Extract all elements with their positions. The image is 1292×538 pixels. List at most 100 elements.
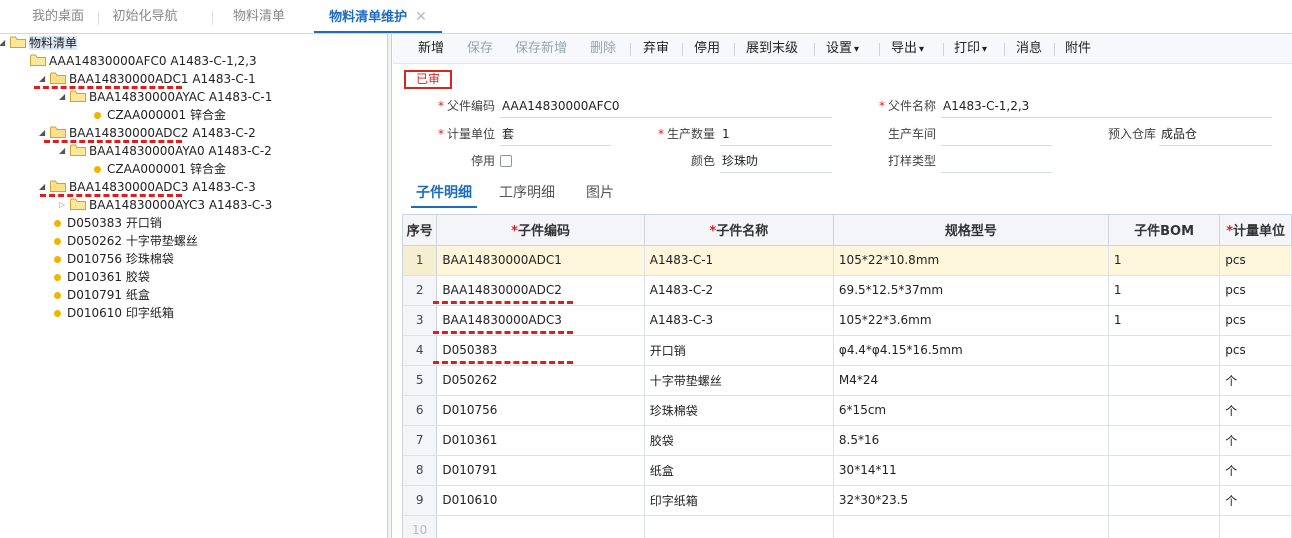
cell-unit[interactable]: pcs: [1219, 275, 1292, 306]
disabled-checkbox[interactable]: [500, 155, 512, 167]
cell-code[interactable]: BAA14830000ADC1: [436, 245, 645, 276]
cell-name[interactable]: A1483-C-1: [644, 245, 834, 276]
cell-bom[interactable]: [1108, 335, 1221, 366]
cell-bom[interactable]: 1: [1108, 305, 1221, 336]
tab-init-nav[interactable]: 初始化导航: [100, 0, 190, 34]
cell-spec[interactable]: 105*22*3.6mm: [833, 305, 1109, 336]
settings-dropdown[interactable]: 设置 ▾: [826, 34, 859, 64]
cell-bom[interactable]: [1108, 365, 1221, 396]
cell-spec[interactable]: 30*14*11: [833, 455, 1109, 486]
expand-to-leaf-button[interactable]: 展到末级: [746, 34, 798, 64]
add-button[interactable]: 新增: [418, 34, 444, 64]
table-row[interactable]: 5 D050262 十字带垫螺丝 M4*24 个: [403, 365, 1292, 396]
cell-name[interactable]: A1483-C-3: [644, 305, 834, 336]
export-dropdown[interactable]: 导出 ▾: [891, 34, 924, 64]
qty-field[interactable]: 1: [720, 124, 832, 146]
cell-code[interactable]: [436, 515, 645, 538]
tree-node-root[interactable]: ◢ 物料清单: [0, 34, 78, 52]
table-row[interactable]: 6 D010756 珍珠棉袋 6*15cm 个: [403, 395, 1292, 426]
tree-node-child[interactable]: ◢ BAA14830000AYA0 A1483-C-2: [59, 142, 272, 160]
tab-process-detail[interactable]: 工序明细: [499, 180, 555, 208]
cell-bom[interactable]: [1108, 395, 1221, 426]
cell-name[interactable]: 十字带垫螺丝: [644, 365, 834, 396]
unaudit-button[interactable]: 弃审: [643, 34, 669, 64]
message-button[interactable]: 消息: [1016, 34, 1042, 64]
cell-unit[interactable]: 个: [1219, 365, 1292, 396]
warehouse-field[interactable]: 成品仓: [1159, 124, 1272, 146]
delete-button[interactable]: 删除: [590, 34, 616, 64]
collapse-arrow-icon[interactable]: ◢: [59, 142, 65, 160]
table-row[interactable]: 7 D010361 胶袋 8.5*16 个: [403, 425, 1292, 456]
cell-spec[interactable]: 6*15cm: [833, 395, 1109, 426]
sample-type-field[interactable]: [941, 151, 1052, 173]
cell-bom[interactable]: [1108, 425, 1221, 456]
cell-name[interactable]: [644, 515, 834, 538]
tab-component-detail[interactable]: 子件明细: [411, 180, 477, 208]
table-row[interactable]: 9 D010610 印字纸箱 32*30*23.5 个: [403, 485, 1292, 516]
close-icon[interactable]: ✕: [415, 9, 427, 25]
tree-node-parent[interactable]: AAA14830000AFC0 A1483-C-1,2,3: [30, 52, 257, 70]
cell-unit[interactable]: 个: [1219, 485, 1292, 516]
cell-spec[interactable]: 69.5*12.5*37mm: [833, 275, 1109, 306]
cell-spec[interactable]: 105*22*10.8mm: [833, 245, 1109, 276]
cell-name[interactable]: 珍珠棉袋: [644, 395, 834, 426]
tree-node-child[interactable]: ◢ BAA14830000AYAC A1483-C-1: [59, 88, 272, 106]
tree-leaf[interactable]: D050262 十字带垫螺丝: [52, 232, 198, 250]
cell-unit[interactable]: 个: [1219, 395, 1292, 426]
col-header-spec[interactable]: 规格型号: [833, 215, 1109, 246]
tree-leaf[interactable]: D010361 胶袋: [52, 268, 150, 286]
tree-node-child[interactable]: ▷ BAA14830000AYC3 A1483-C-3: [59, 196, 272, 214]
cell-code[interactable]: D010791: [436, 455, 645, 486]
tree-leaf[interactable]: CZAA000001 锌合金: [92, 106, 226, 124]
parent-code-field[interactable]: AAA14830000AFC0: [500, 96, 832, 118]
workshop-field[interactable]: [941, 124, 1052, 146]
attachment-button[interactable]: 附件: [1065, 34, 1091, 64]
cell-unit[interactable]: pcs: [1219, 305, 1292, 336]
cell-bom[interactable]: [1108, 485, 1221, 516]
unit-field[interactable]: 套: [500, 124, 611, 146]
cell-spec[interactable]: M4*24: [833, 365, 1109, 396]
cell-code[interactable]: D010610: [436, 485, 645, 516]
expand-arrow-icon[interactable]: ▷: [59, 196, 65, 214]
cell-bom[interactable]: [1108, 515, 1221, 538]
cell-bom[interactable]: 1: [1108, 275, 1221, 306]
tree-leaf[interactable]: D010791 纸盒: [52, 286, 150, 304]
disable-button[interactable]: 停用: [694, 34, 720, 64]
tree-leaf[interactable]: D050383 开口销: [52, 214, 162, 232]
cell-unit[interactable]: pcs: [1219, 245, 1292, 276]
cell-code[interactable]: D010361: [436, 425, 645, 456]
table-row[interactable]: 8 D010791 纸盒 30*14*11 个: [403, 455, 1292, 486]
cell-name[interactable]: 印字纸箱: [644, 485, 834, 516]
tab-my-desktop[interactable]: 我的桌面: [18, 0, 98, 34]
cell-spec[interactable]: 32*30*23.5: [833, 485, 1109, 516]
cell-spec[interactable]: [833, 515, 1109, 538]
cell-unit[interactable]: 个: [1219, 425, 1292, 456]
tab-bom-maintenance[interactable]: 物料清单维护 ✕: [314, 0, 442, 33]
cell-name[interactable]: 胶袋: [644, 425, 834, 456]
cell-name[interactable]: 纸盒: [644, 455, 834, 486]
col-header-name[interactable]: *子件名称: [644, 215, 834, 246]
parent-name-field[interactable]: A1483-C-1,2,3: [941, 96, 1272, 118]
print-dropdown[interactable]: 打印 ▾: [954, 34, 987, 64]
save-button[interactable]: 保存: [467, 34, 493, 64]
col-header-unit[interactable]: *计量单位: [1219, 215, 1292, 246]
cell-bom[interactable]: 1: [1108, 245, 1221, 276]
cell-code[interactable]: D010756: [436, 395, 645, 426]
tab-images[interactable]: 图片: [586, 180, 614, 208]
save-new-button[interactable]: 保存新增: [515, 34, 567, 64]
cell-spec[interactable]: φ4.4*φ4.15*16.5mm: [833, 335, 1109, 366]
tree-leaf[interactable]: D010610 印字纸箱: [52, 304, 174, 322]
cell-name[interactable]: A1483-C-2: [644, 275, 834, 306]
col-header-code[interactable]: *子件编码: [436, 215, 645, 246]
tree-leaf[interactable]: CZAA000001 锌合金: [92, 160, 226, 178]
color-field[interactable]: 珍珠叻: [720, 151, 832, 173]
col-header-bom[interactable]: 子件BOM: [1108, 215, 1221, 246]
cell-unit[interactable]: [1219, 515, 1292, 538]
collapse-arrow-icon[interactable]: ◢: [0, 34, 5, 52]
cell-unit[interactable]: 个: [1219, 455, 1292, 486]
cell-spec[interactable]: 8.5*16: [833, 425, 1109, 456]
cell-unit[interactable]: pcs: [1219, 335, 1292, 366]
collapse-arrow-icon[interactable]: ◢: [59, 88, 65, 106]
tab-bom[interactable]: 物料清单: [214, 0, 304, 34]
panel-splitter[interactable]: [388, 34, 392, 538]
